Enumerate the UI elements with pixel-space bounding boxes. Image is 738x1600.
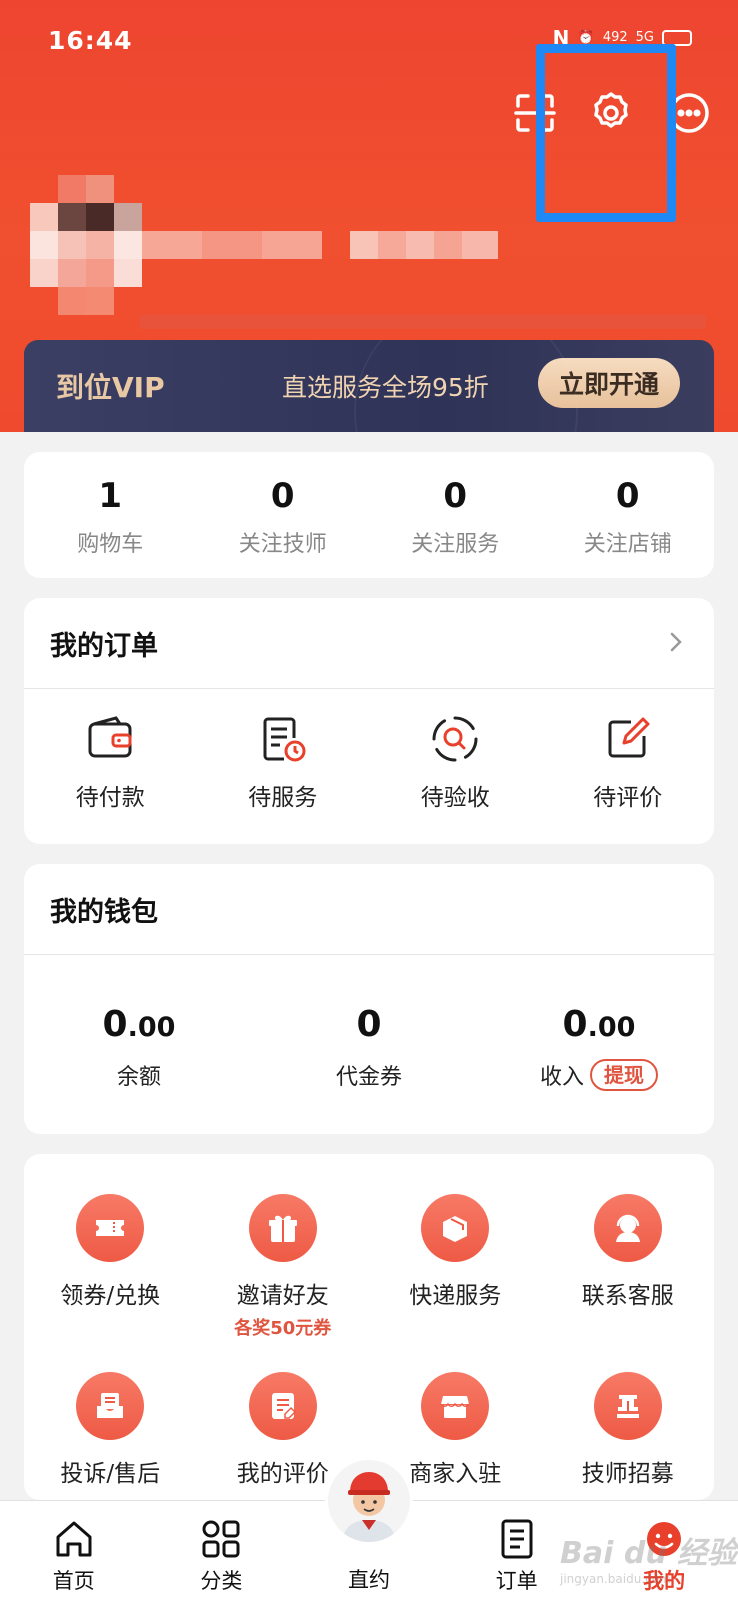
order-label: 待验收 [420,785,490,811]
service-label: 投诉/售后 [60,1461,161,1487]
service-label: 领券/兑换 [60,1283,161,1309]
order-status-row: 待付款 待服务 待验收 待评价 [24,714,714,812]
orders-title: 我的订单 [50,631,158,662]
service-label: 我的评价 [236,1461,329,1487]
nav-label: 首页 [52,1569,95,1593]
gift-icon [248,1194,317,1262]
network-speed: 492 [602,30,628,45]
search-check-icon [432,716,478,762]
wallet-label: 收入 提现 [484,1059,714,1091]
order-label: 待付款 [75,785,145,811]
service-label: 邀请好友 [236,1283,329,1309]
grid-icon [202,1520,240,1558]
stat-label: 购物车 [77,532,144,557]
stat-value: 0 [615,476,640,516]
order-pending-service[interactable]: 待服务 [197,714,370,812]
note-edit-icon [248,1372,317,1440]
order-label: 待服务 [248,785,318,811]
wallet-row: 0.00 余额 0 代金券 0.00 收入 提现 [24,1004,714,1091]
clock-list-icon [263,717,306,762]
headset-icon [593,1194,662,1262]
order-pending-payment[interactable]: 待付款 [24,714,197,812]
nav-label: 直约 [347,1568,390,1592]
inbox-icon [76,1372,145,1440]
stat-label: 关注店铺 [583,532,672,557]
mascot-avatar [324,1457,413,1545]
nav-home[interactable]: 首页 [0,1501,148,1600]
stat-followed-technicians[interactable]: 0 关注技师 [197,452,370,578]
stat-label: 关注服务 [411,532,500,557]
vip-banner[interactable]: 到位VIP 直选服务全场95折 立即开通 [24,340,714,432]
service-sublabel: 各奖50元券 [234,1318,332,1339]
package-icon [421,1194,490,1262]
stat-label: 关注技师 [238,532,327,557]
stats-card: 1 购物车 0 关注技师 0 关注服务 0 关注店铺 [24,452,714,578]
nav-label: 订单 [495,1569,538,1593]
service-coupon-redeem[interactable]: 领券/兑换 [24,1194,197,1372]
divider [24,688,714,689]
services-card: 领券/兑换 邀请好友 各奖50元券 快递服务 联系客服 投诉/售后 我的评价 商… [24,1154,714,1500]
stat-value: 0 [443,476,468,516]
ticket-icon [76,1194,145,1262]
service-label: 联系客服 [581,1283,674,1309]
pixelated-profile-info[interactable] [0,175,738,329]
service-label: 技师招募 [581,1461,674,1487]
balance-value: 0.00 [102,1004,176,1045]
voucher-value: 0 [356,1004,382,1045]
withdraw-button[interactable]: 提现 [590,1059,658,1091]
home-icon [56,1521,92,1557]
service-label: 快递服务 [409,1283,502,1309]
store-icon [421,1372,490,1440]
order-pending-review[interactable]: 待评价 [542,714,715,812]
wallet-vouchers[interactable]: 0 代金券 [254,1004,484,1091]
divider [24,954,714,955]
vip-title: 到位VIP [56,371,165,404]
chevron-right-icon[interactable] [668,630,684,654]
stat-cart[interactable]: 1 购物车 [24,452,197,578]
stat-followed-services[interactable]: 0 关注服务 [369,452,542,578]
edit-icon [608,717,650,758]
stat-value: 1 [98,476,123,516]
status-time: 16:44 [48,26,133,55]
nav-direct-booking[interactable]: 直约 [295,1457,443,1600]
service-contact-support[interactable]: 联系客服 [542,1194,715,1372]
badge-icon [593,1372,662,1440]
wallet-income[interactable]: 0.00 收入 提现 [484,1004,714,1091]
income-value: 0.00 [562,1004,636,1045]
baidu-watermark: Bai du 经验 jingyan.baidu.com [560,1536,738,1586]
vip-promo-text: 直选服务全场95折 [282,373,489,402]
vip-open-button[interactable]: 立即开通 [538,358,680,408]
wallet-balance[interactable]: 0.00 余额 [24,1004,254,1091]
nav-category[interactable]: 分类 [148,1501,296,1600]
order-label: 待评价 [593,785,663,811]
wallet-label: 余额 [116,1065,161,1090]
wallet-icon [88,716,132,758]
order-pending-acceptance[interactable]: 待验收 [369,714,542,812]
service-label: 商家入驻 [409,1461,502,1487]
stat-followed-stores[interactable]: 0 关注店铺 [542,452,715,578]
stat-value: 0 [270,476,295,516]
service-invite-friends[interactable]: 邀请好友 各奖50元券 [197,1194,370,1372]
orders-card: 我的订单 待付款 待服务 待验收 待评价 [24,598,714,844]
order-list-icon [501,1519,533,1559]
profile-header: 16:44 N ⏰ 492 5G 到位VIP 直选服务全场95折 立即开通 [0,0,738,432]
avatar-icon [341,1472,396,1542]
wallet-label: 代金券 [335,1065,402,1090]
service-express-delivery[interactable]: 快递服务 [369,1194,542,1372]
wallet-title: 我的钱包 [50,897,158,928]
nav-label: 分类 [200,1569,243,1593]
wallet-card: 我的钱包 0.00 余额 0 代金券 0.00 收入 提现 [24,864,714,1134]
signal-label: 5G [635,30,654,45]
